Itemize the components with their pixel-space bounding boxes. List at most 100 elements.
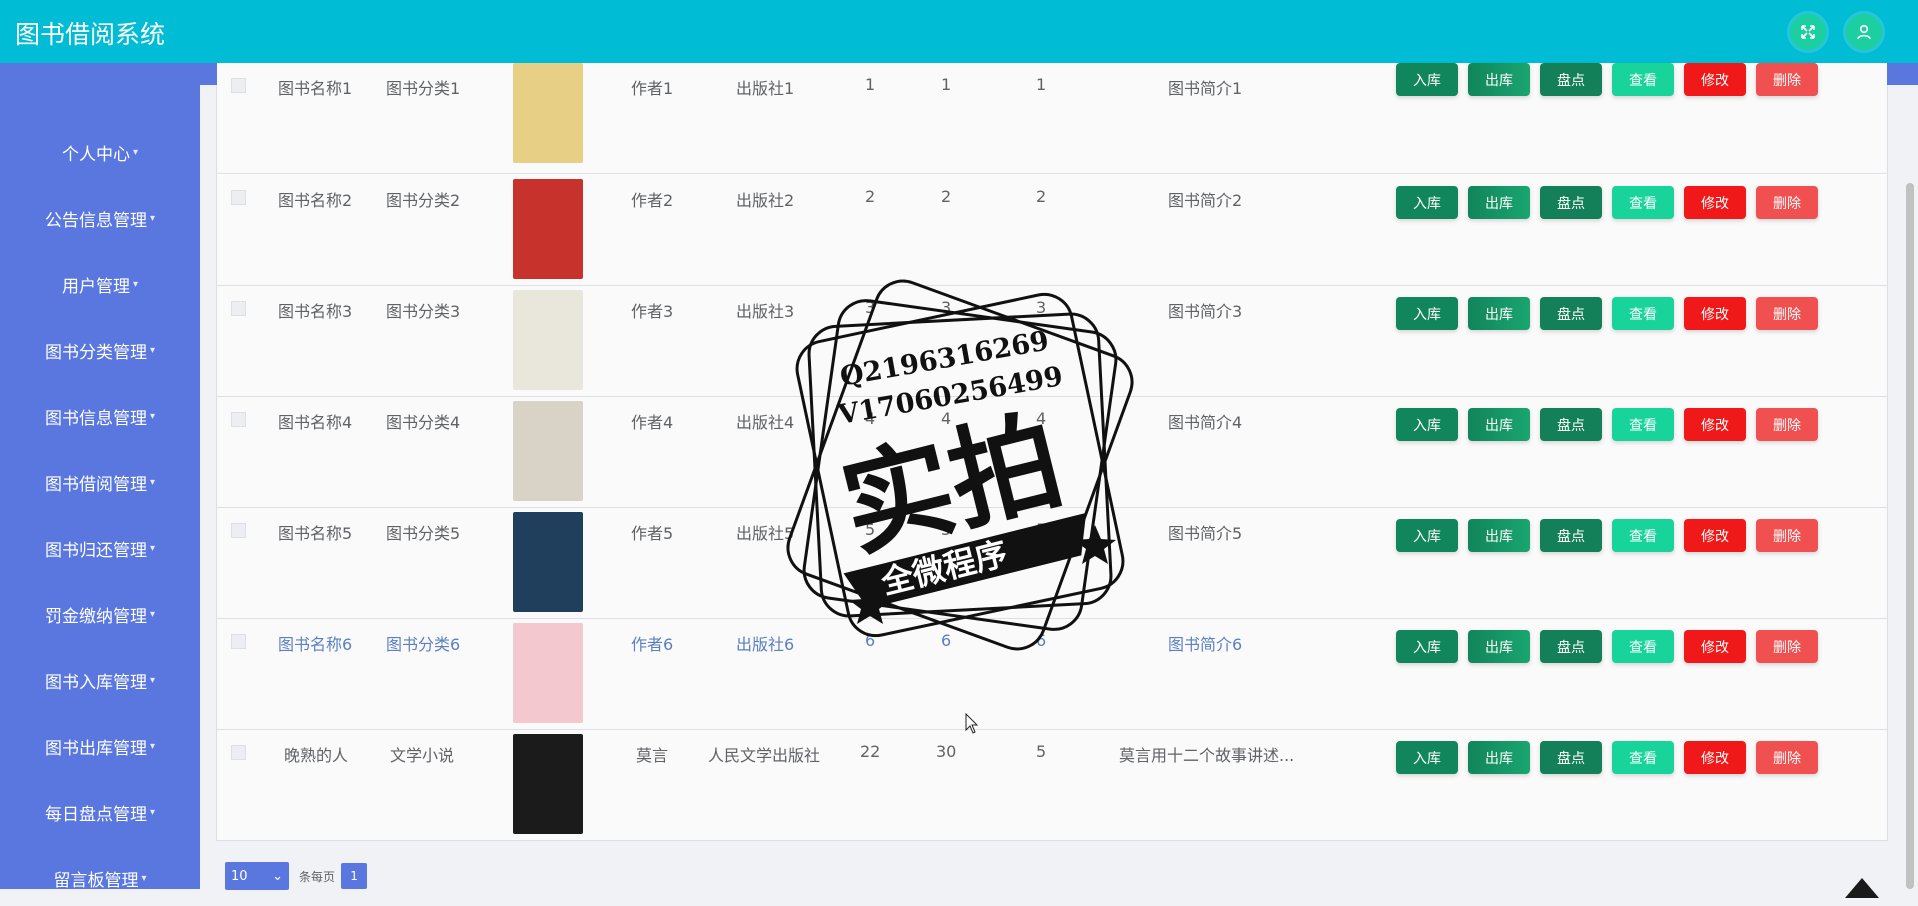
view-button[interactable]: 查看 [1612, 186, 1674, 219]
edit-button[interactable]: 修改 [1684, 519, 1746, 552]
table-row: 图书名称4 图书分类4 作者4 出版社4 4 4 4 图书简介4 入库 出库 盘… [217, 397, 1887, 508]
caret-down-icon: ▾ [149, 476, 156, 488]
view-button[interactable]: 查看 [1612, 630, 1674, 663]
stock-out-button[interactable]: 出库 [1468, 519, 1530, 552]
sidebar-item-label: 图书入库管理 [44, 672, 147, 693]
sidebar-item-message-board[interactable]: 留言板管理 ▾ [0, 858, 200, 898]
delete-button[interactable]: 删除 [1756, 519, 1818, 552]
row-checkbox[interactable] [231, 78, 246, 93]
book-table: 图书名称1 图书分类1 作者1 出版社1 1 1 1 图书简介1 入库 出库 盘… [216, 63, 1888, 841]
chevron-down-icon: ⌄ [272, 868, 283, 884]
cell-count-b: 5 [941, 520, 952, 539]
book-cover-image [513, 63, 583, 163]
delete-button[interactable]: 删除 [1756, 741, 1818, 774]
view-button[interactable]: 查看 [1612, 63, 1674, 96]
page-number-button[interactable]: 1 [341, 863, 368, 889]
delete-button[interactable]: 删除 [1756, 630, 1818, 663]
cell-publisher: 出版社6 [736, 635, 795, 654]
stock-in-button[interactable]: 入库 [1396, 186, 1458, 219]
inventory-check-button[interactable]: 盘点 [1540, 741, 1602, 774]
cell-publisher: 出版社4 [736, 413, 795, 432]
edit-button[interactable]: 修改 [1684, 63, 1746, 96]
caret-down-icon: ▾ [149, 674, 156, 686]
inventory-check-button[interactable]: 盘点 [1540, 297, 1602, 330]
view-button[interactable]: 查看 [1612, 741, 1674, 774]
view-button[interactable]: 查看 [1612, 408, 1674, 441]
cell-intro: 图书简介6 [1168, 635, 1243, 654]
back-to-top-icon[interactable] [1837, 872, 1887, 906]
cell-intro: 图书简介4 [1168, 413, 1243, 432]
view-button[interactable]: 查看 [1612, 519, 1674, 552]
sidebar-item-daily-inventory[interactable]: 每日盘点管理 ▾ [0, 792, 200, 832]
sidebar-item-label: 图书借阅管理 [44, 474, 147, 495]
delete-button[interactable]: 删除 [1756, 408, 1818, 441]
sidebar-item-users[interactable]: 用户管理 ▾ [0, 264, 200, 304]
edit-button[interactable]: 修改 [1684, 408, 1746, 441]
cell-author: 作者5 [631, 524, 674, 543]
sidebar-item-borrowing[interactable]: 图书借阅管理 ▾ [0, 462, 200, 502]
edit-button[interactable]: 修改 [1684, 297, 1746, 330]
row-checkbox[interactable] [231, 745, 246, 760]
sidebar-item-announcements[interactable]: 公告信息管理 ▾ [0, 198, 200, 238]
cell-book-category: 图书分类4 [386, 413, 461, 432]
cell-count-c: 1 [1036, 75, 1047, 94]
row-checkbox[interactable] [231, 301, 246, 316]
stock-in-button[interactable]: 入库 [1396, 630, 1458, 663]
stock-in-button[interactable]: 入库 [1396, 408, 1458, 441]
stock-in-button[interactable]: 入库 [1396, 297, 1458, 330]
inventory-check-button[interactable]: 盘点 [1540, 630, 1602, 663]
view-button[interactable]: 查看 [1612, 297, 1674, 330]
stock-in-button[interactable]: 入库 [1396, 519, 1458, 552]
sidebar-item-label: 图书分类管理 [44, 342, 147, 363]
sidebar-item-label: 用户管理 [61, 276, 130, 297]
cell-intro: 莫言用十二个故事讲述... [1119, 746, 1295, 765]
book-cover-image [513, 734, 583, 834]
stock-out-button[interactable]: 出库 [1468, 297, 1530, 330]
row-checkbox[interactable] [231, 634, 246, 649]
edit-button[interactable]: 修改 [1684, 741, 1746, 774]
table-row: 图书名称3 图书分类3 作者3 出版社3 3 3 3 图书简介3 入库 出库 盘… [217, 286, 1887, 397]
sidebar-item-label: 每日盘点管理 [44, 804, 147, 825]
stock-in-button[interactable]: 入库 [1396, 63, 1458, 96]
cell-intro: 图书简介2 [1168, 191, 1243, 210]
cell-publisher: 出版社1 [736, 79, 795, 98]
sidebar-item-book-categories[interactable]: 图书分类管理 ▾ [0, 330, 200, 370]
stock-out-button[interactable]: 出库 [1468, 186, 1530, 219]
user-button[interactable] [1846, 14, 1882, 50]
sidebar-item-stock-out[interactable]: 图书出库管理 ▾ [0, 726, 200, 766]
delete-button[interactable]: 删除 [1756, 297, 1818, 330]
cell-count-a: 1 [865, 75, 876, 94]
cell-book-name: 图书名称6 [278, 635, 353, 654]
cell-intro: 图书简介1 [1168, 79, 1243, 98]
cell-publisher: 出版社3 [736, 302, 795, 321]
caret-down-icon: ▾ [141, 872, 147, 884]
sidebar-item-personal-center[interactable]: 个人中心 ▾ [0, 132, 200, 172]
stock-in-button[interactable]: 入库 [1396, 741, 1458, 774]
row-checkbox[interactable] [231, 412, 246, 427]
stock-out-button[interactable]: 出库 [1468, 63, 1530, 96]
inventory-check-button[interactable]: 盘点 [1540, 186, 1602, 219]
delete-button[interactable]: 删除 [1756, 186, 1818, 219]
edit-button[interactable]: 修改 [1684, 186, 1746, 219]
inventory-check-button[interactable]: 盘点 [1540, 519, 1602, 552]
inventory-check-button[interactable]: 盘点 [1540, 63, 1602, 96]
caret-down-icon: ▾ [149, 740, 156, 752]
cell-publisher: 出版社2 [736, 191, 795, 210]
sidebar-item-stock-in[interactable]: 图书入库管理 ▾ [0, 660, 200, 700]
sidebar-item-returns[interactable]: 图书归还管理 ▾ [0, 528, 200, 568]
delete-button[interactable]: 删除 [1756, 63, 1818, 96]
row-checkbox[interactable] [231, 190, 246, 205]
cell-count-c: 3 [1036, 298, 1047, 317]
row-checkbox[interactable] [231, 523, 246, 538]
vertical-scrollbar[interactable] [1906, 183, 1914, 889]
stock-out-button[interactable]: 出库 [1468, 630, 1530, 663]
page-size-select[interactable]: 10 ⌄ [225, 862, 289, 890]
stock-out-button[interactable]: 出库 [1468, 741, 1530, 774]
sidebar-item-fines[interactable]: 罚金缴纳管理 ▾ [0, 594, 200, 634]
edit-button[interactable]: 修改 [1684, 630, 1746, 663]
inventory-check-button[interactable]: 盘点 [1540, 408, 1602, 441]
cell-author: 作者6 [631, 635, 674, 654]
stock-out-button[interactable]: 出库 [1468, 408, 1530, 441]
sidebar-item-book-info[interactable]: 图书信息管理 ▾ [0, 396, 200, 436]
fullscreen-button[interactable] [1790, 14, 1826, 50]
